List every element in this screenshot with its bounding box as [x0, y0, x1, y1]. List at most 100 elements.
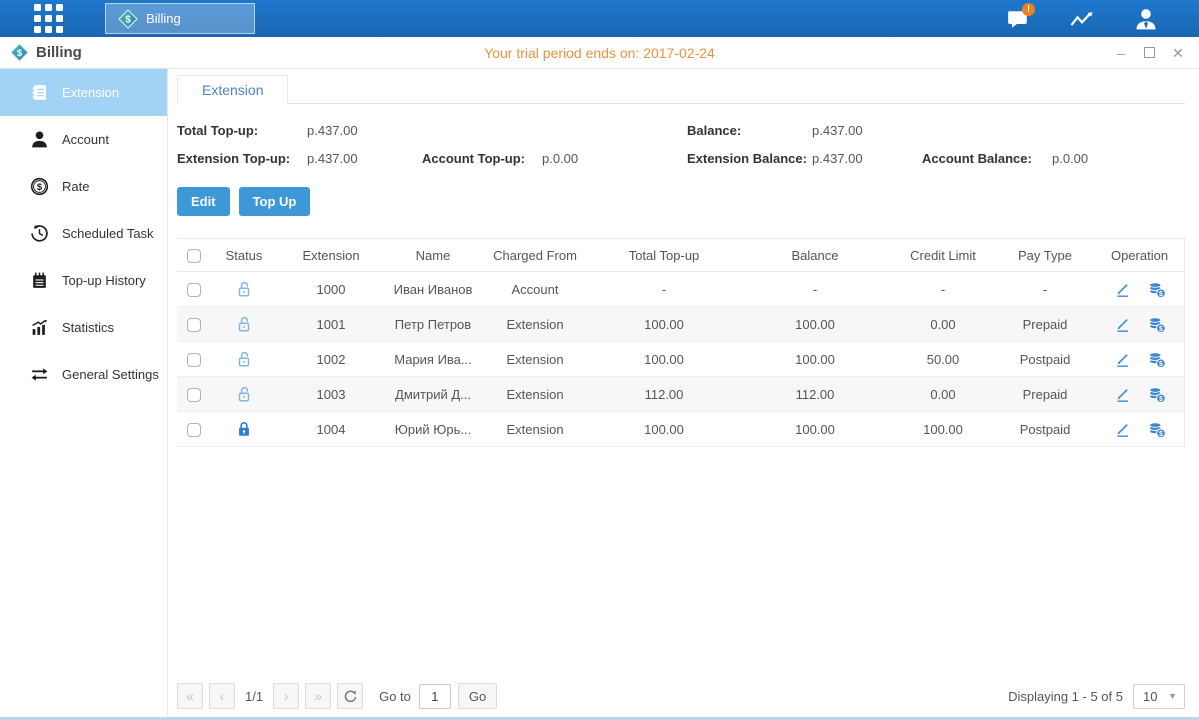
sidebar-item-rate[interactable]: $ Rate — [0, 163, 167, 210]
edit-icon[interactable] — [1114, 316, 1131, 333]
bar-chart-icon — [30, 318, 49, 337]
cell-charged-from: Extension — [481, 377, 589, 412]
select-all-checkbox[interactable] — [187, 249, 201, 263]
row-checkbox[interactable] — [187, 353, 201, 367]
cell-name: Дмитрий Д... — [385, 377, 481, 412]
cell-charged-from: Account — [481, 272, 589, 307]
col-credit-limit: Credit Limit — [891, 239, 995, 272]
sidebar: Extension Account $ Rate — [0, 69, 168, 717]
sidebar-item-general-settings[interactable]: General Settings — [0, 351, 167, 398]
cell-charged-from: Extension — [481, 412, 589, 447]
row-checkbox[interactable] — [187, 423, 201, 437]
last-page-button[interactable]: » — [305, 683, 331, 709]
goto-page-input[interactable] — [419, 684, 451, 709]
table-row: 1003 Дмитрий Д... Extension 112.00 112.0… — [177, 377, 1185, 412]
sidebar-item-account[interactable]: Account — [0, 116, 167, 163]
unlocked-icon[interactable] — [235, 280, 253, 298]
sidebar-item-extension[interactable]: Extension — [0, 69, 167, 116]
user-account-icon[interactable] — [1133, 6, 1159, 32]
unlocked-icon[interactable] — [235, 315, 253, 333]
top-up-coins-icon[interactable]: $ — [1147, 280, 1166, 299]
page-size-select[interactable]: 10 ▼ — [1133, 684, 1185, 709]
cell-balance: 100.00 — [739, 307, 891, 342]
pagination-bar: « ‹ 1/1 › » Go to Go Displaying 1 - 5 of… — [177, 683, 1185, 710]
locked-icon[interactable] — [235, 420, 253, 438]
summary-panel: Total Top-up: p.437.00 Balance: p.437.00… — [177, 104, 1185, 166]
balance-value: p.437.00 — [812, 123, 922, 138]
cell-balance: 100.00 — [739, 412, 891, 447]
unlocked-icon[interactable] — [235, 350, 253, 368]
top-up-coins-icon[interactable]: $ — [1147, 385, 1166, 404]
taskbar-tab-billing[interactable]: $ Billing — [105, 3, 255, 34]
top-up-coins-icon[interactable]: $ — [1147, 350, 1166, 369]
table-row: 1001 Петр Петров Extension 100.00 100.00… — [177, 307, 1185, 342]
cell-name: Юрий Юрь... — [385, 412, 481, 447]
dollar-circle-icon: $ — [30, 177, 49, 196]
minimize-button[interactable]: – — [1114, 46, 1128, 60]
cell-extension: 1001 — [277, 307, 385, 342]
row-checkbox[interactable] — [187, 318, 201, 332]
first-page-button[interactable]: « — [177, 683, 203, 709]
account-topup-label: Account Top-up: — [422, 151, 542, 166]
table-row: 1004 Юрий Юрь... Extension 100.00 100.00… — [177, 412, 1185, 447]
cell-pay-type: Prepaid — [995, 377, 1095, 412]
edit-icon[interactable] — [1114, 386, 1131, 403]
tab-extension[interactable]: Extension — [177, 75, 288, 104]
trial-notice: Your trial period ends on: 2017-02-24 — [0, 45, 1199, 61]
col-balance: Balance — [739, 239, 891, 272]
prev-page-button[interactable]: ‹ — [209, 683, 235, 709]
edit-icon[interactable] — [1114, 351, 1131, 368]
cell-pay-type: - — [995, 272, 1095, 307]
sidebar-item-label: Scheduled Task — [62, 226, 154, 241]
cell-credit-limit: 50.00 — [891, 342, 995, 377]
topbar-icons: ! — [1005, 0, 1159, 37]
close-button[interactable]: ✕ — [1171, 46, 1185, 60]
cell-balance: 100.00 — [739, 342, 891, 377]
maximize-button[interactable] — [1144, 47, 1155, 58]
sidebar-item-statistics[interactable]: Statistics — [0, 304, 167, 351]
go-button[interactable]: Go — [458, 683, 497, 709]
col-status: Status — [211, 239, 277, 272]
ledger-icon — [30, 83, 49, 102]
sidebar-item-scheduled-task[interactable]: Scheduled Task — [0, 210, 167, 257]
sidebar-item-label: Account — [62, 132, 109, 147]
edit-button[interactable]: Edit — [177, 187, 230, 216]
refresh-button[interactable] — [337, 683, 363, 709]
col-total-topup: Total Top-up — [589, 239, 739, 272]
svg-text:$: $ — [125, 14, 131, 25]
system-topbar: $ Billing ! — [0, 0, 1199, 37]
billing-title-icon: $ — [10, 43, 29, 62]
extensions-table: Status Extension Name Charged From Total… — [177, 238, 1185, 447]
cell-total-topup: 100.00 — [589, 342, 739, 377]
apps-menu-icon[interactable] — [34, 4, 63, 33]
top-up-button[interactable]: Top Up — [239, 187, 311, 216]
cell-total-topup: 100.00 — [589, 412, 739, 447]
notification-badge: ! — [1022, 3, 1035, 16]
account-balance-value: p.0.00 — [1052, 151, 1185, 166]
col-extension: Extension — [277, 239, 385, 272]
cell-extension: 1003 — [277, 377, 385, 412]
cell-name: Иван Иванов — [385, 272, 481, 307]
statistics-chart-icon[interactable] — [1069, 6, 1095, 32]
row-checkbox[interactable] — [187, 388, 201, 402]
window-controls: – ✕ — [1114, 46, 1185, 60]
cell-credit-limit: 100.00 — [891, 412, 995, 447]
next-page-button[interactable]: › — [273, 683, 299, 709]
cell-extension: 1000 — [277, 272, 385, 307]
top-up-coins-icon[interactable]: $ — [1147, 315, 1166, 334]
cell-extension: 1002 — [277, 342, 385, 377]
edit-icon[interactable] — [1114, 421, 1131, 438]
top-up-coins-icon[interactable]: $ — [1147, 420, 1166, 439]
svg-text:$: $ — [1159, 325, 1163, 332]
edit-icon[interactable] — [1114, 281, 1131, 298]
svg-text:$: $ — [1159, 290, 1163, 297]
unlocked-icon[interactable] — [235, 385, 253, 403]
row-checkbox[interactable] — [187, 283, 201, 297]
page-title: Billing — [36, 44, 82, 61]
sidebar-item-label: Rate — [62, 179, 89, 194]
notifications-icon[interactable]: ! — [1005, 6, 1031, 32]
billing-window: $ Billing ! — [0, 0, 1199, 720]
person-icon — [30, 130, 49, 149]
sidebar-item-topup-history[interactable]: Top-up History — [0, 257, 167, 304]
extension-balance-label: Extension Balance: — [687, 151, 812, 166]
